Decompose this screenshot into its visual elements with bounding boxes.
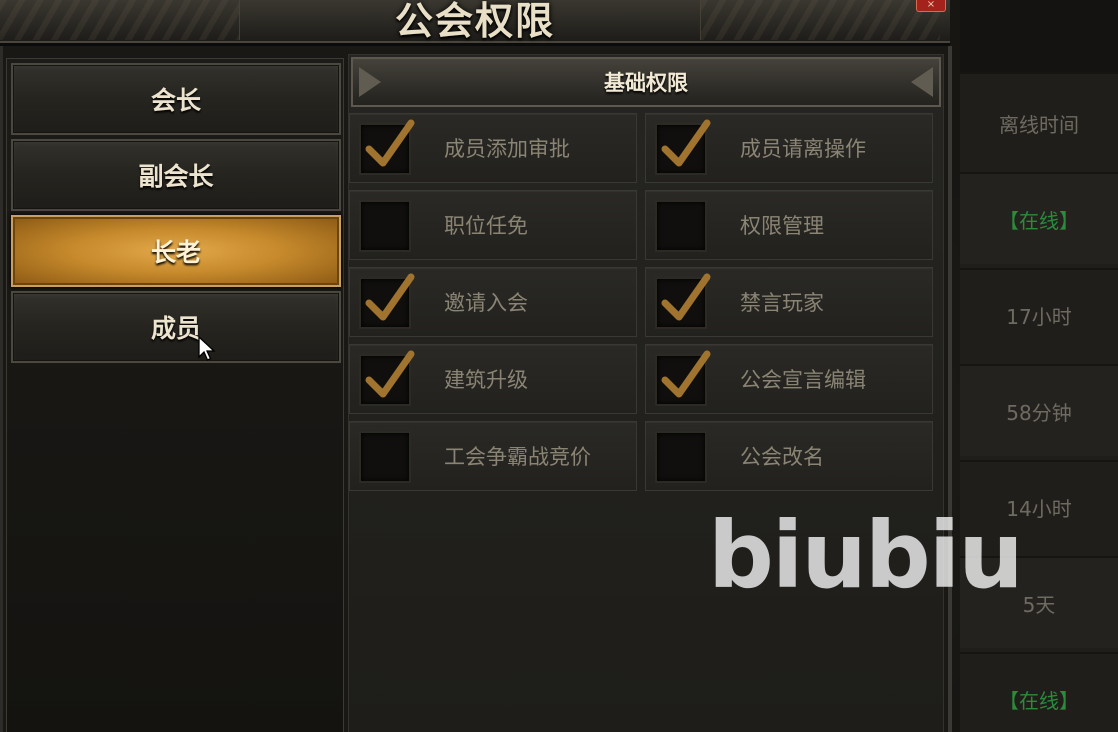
game-screen: 离线时间 【在线】 17小时 58分钟 14小时 5天 【在线】 公会权限 × … bbox=[0, 0, 1118, 732]
permissions-header-title: 基础权限 bbox=[604, 71, 688, 95]
rank-button-member[interactable]: 成员 bbox=[11, 291, 341, 363]
permission-label: 权限管理 bbox=[740, 214, 824, 238]
checkmark-icon bbox=[365, 273, 415, 321]
permission-item: 公会宣言编辑 bbox=[645, 344, 933, 414]
permission-checkbox[interactable] bbox=[359, 119, 415, 175]
member-row-offline-time[interactable]: 【在线】 bbox=[960, 172, 1118, 264]
permission-label: 公会宣言编辑 bbox=[740, 368, 866, 392]
checkmark-icon bbox=[661, 119, 711, 167]
permission-checkbox[interactable] bbox=[655, 273, 711, 329]
checkmark-icon bbox=[661, 350, 711, 398]
checkmark-icon bbox=[365, 119, 415, 167]
permission-item: 禁言玩家 bbox=[645, 267, 933, 337]
permission-label: 禁言玩家 bbox=[740, 291, 824, 315]
checkmark-icon bbox=[365, 350, 415, 398]
rank-button-president[interactable]: 会长 bbox=[11, 63, 341, 135]
rank-list: 会长 副会长 长老 成员 bbox=[6, 58, 344, 732]
permissions-panel: 基础权限 成员添加审批 成员请离操作职位任免 权限管理邀请入会 禁言玩家建筑升级 公会宣… bbox=[348, 54, 944, 732]
permissions-header: 基础权限 bbox=[351, 57, 941, 107]
member-list-panel: 离线时间 【在线】 17小时 58分钟 14小时 5天 【在线】 bbox=[960, 0, 1118, 732]
permission-item: 邀请入会 bbox=[349, 267, 637, 337]
checkmark-icon bbox=[661, 273, 711, 321]
arrow-left-icon bbox=[359, 67, 381, 97]
member-list-header: 离线时间 bbox=[960, 72, 1118, 172]
window-title-bar: 公会权限 bbox=[0, 0, 950, 46]
permission-item: 成员请离操作 bbox=[645, 113, 933, 183]
close-button[interactable]: × bbox=[916, 0, 946, 12]
permission-item: 成员添加审批 bbox=[349, 113, 637, 183]
permission-item: 权限管理 bbox=[645, 190, 933, 260]
permission-item: 工会争霸战竞价 bbox=[349, 421, 637, 491]
permission-label: 建筑升级 bbox=[444, 368, 528, 392]
permission-checkbox[interactable] bbox=[359, 273, 415, 329]
permission-checkbox[interactable] bbox=[359, 431, 411, 483]
permission-checkbox[interactable] bbox=[655, 350, 711, 406]
permission-label: 公会改名 bbox=[740, 445, 824, 469]
permission-checkbox[interactable] bbox=[655, 119, 711, 175]
permission-label: 职位任免 bbox=[444, 214, 528, 238]
arrow-right-icon bbox=[911, 67, 933, 97]
member-row-offline-time[interactable]: 【在线】 bbox=[960, 652, 1118, 732]
permission-checkbox[interactable] bbox=[359, 200, 411, 252]
watermark-logo: biubiu bbox=[708, 502, 1024, 609]
close-icon: × bbox=[926, 0, 936, 10]
permission-label: 成员请离操作 bbox=[740, 137, 866, 161]
member-row-offline-time[interactable]: 58分钟 bbox=[960, 364, 1118, 456]
rank-button-elder[interactable]: 长老 bbox=[11, 215, 341, 287]
permission-label: 工会争霸战竞价 bbox=[444, 445, 591, 469]
permission-checkbox[interactable] bbox=[655, 200, 707, 252]
rank-button-vice-president[interactable]: 副会长 bbox=[11, 139, 341, 211]
window-title: 公会权限 bbox=[394, 0, 555, 43]
member-row-offline-time[interactable]: 17小时 bbox=[960, 268, 1118, 360]
permission-item: 职位任免 bbox=[349, 190, 637, 260]
permission-item: 建筑升级 bbox=[349, 344, 637, 414]
permission-label: 成员添加审批 bbox=[444, 137, 570, 161]
permission-item: 公会改名 bbox=[645, 421, 933, 491]
permission-checkbox[interactable] bbox=[359, 350, 415, 406]
permission-label: 邀请入会 bbox=[444, 291, 528, 315]
permission-checkbox[interactable] bbox=[655, 431, 707, 483]
member-list-top bbox=[960, 0, 1118, 72]
